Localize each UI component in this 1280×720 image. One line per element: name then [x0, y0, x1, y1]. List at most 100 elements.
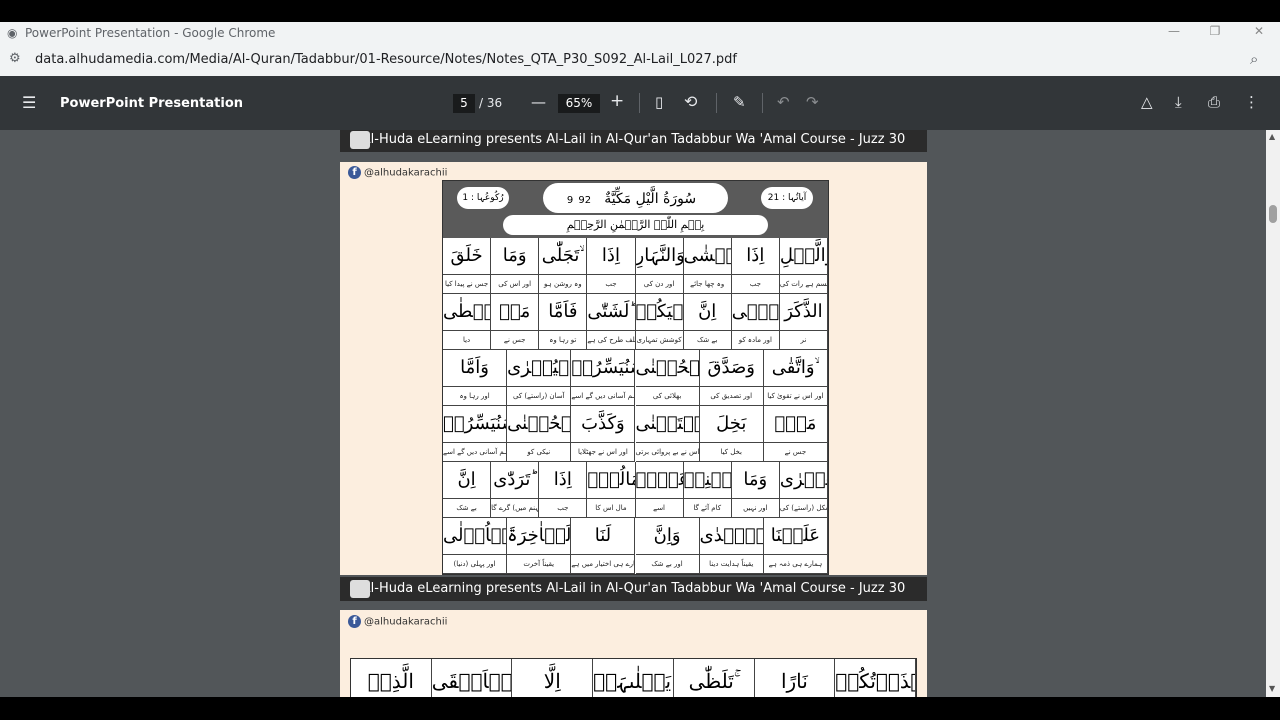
taskbar-strip	[0, 697, 1280, 720]
urdu-translation: اور رہا وہ	[459, 392, 490, 400]
arabic-word: وَالنَّہَارِ	[635, 238, 683, 275]
urdu-translation: کوشش تمہاری	[636, 336, 682, 344]
word-cell: اِذَا جب	[539, 462, 588, 518]
redo-icon[interactable]: ↷	[806, 93, 819, 111]
urdu-translation: جس نے	[784, 448, 807, 456]
arabic-word: فَسَنُیَسِّرُہٗ	[571, 350, 635, 387]
facebook-icon: f	[348, 615, 361, 628]
arabic-word: الذَّکَرَ	[779, 294, 827, 331]
word-cell: لِلۡعُسۡرٰی ؕ مشکل (راستے) کی	[779, 462, 828, 518]
urdu-translation: جس نے	[503, 336, 526, 344]
print-icon[interactable]: ⎙	[1208, 93, 1220, 111]
word-cell: وَالۡاُنۡثٰۤی ۙ اور مادہ کو	[731, 294, 780, 350]
urdu-translation: اور بے شک	[651, 560, 683, 568]
fit-page-icon[interactable]: ▯	[655, 93, 663, 111]
ayah-rows: وَالَّیۡلِقسم ہے رات کیاِذَاجبیَغۡشٰی ۙو…	[443, 238, 828, 574]
urdu-translation: اور دن کی	[643, 280, 675, 288]
arabic-word: عَلَیۡنَا	[763, 518, 827, 555]
arabic-word: بَخِلَ	[699, 406, 763, 443]
word-cell: وَاِنَّ اور بے شک	[635, 518, 700, 574]
arabic-word: وَالَّیۡلِ	[779, 238, 827, 275]
zoom-out-icon[interactable]: —	[531, 93, 546, 111]
urdu-translation: یقیناً ہدایت دینا	[709, 560, 754, 568]
restore-icon[interactable]: ❐	[1207, 24, 1223, 40]
divider	[716, 93, 717, 113]
pdf-viewer[interactable]: Al-Huda eLearning presents Al-Lail in Al…	[0, 130, 1266, 697]
surah-name: سُورَةُ الَّيْلِ مَكِّيَّةٌ	[604, 191, 697, 207]
site-info-icon[interactable]: ⚙	[9, 51, 21, 66]
word-cell: وَالنَّہَارِ اور دن کی	[635, 238, 684, 294]
drive-save-icon[interactable]: △	[1141, 93, 1153, 111]
arabic-word: لِلۡعُسۡرٰی ؕ	[779, 462, 827, 499]
page-banner: Al-Huda eLearning presents Al-Lail in Al…	[340, 577, 927, 601]
window-title: PowerPoint Presentation - Google Chrome	[25, 26, 276, 40]
facebook-icon: f	[348, 166, 361, 179]
word-cell: یُغۡنِیۡ کام آئے گا	[683, 462, 732, 518]
ayah-row: وَاتَّقٰی ۙ اور اس نے تقویٰ کیا وَصَدَّقَ ا…	[443, 350, 828, 406]
zoom-magnifier-icon[interactable]: ⌕	[1250, 50, 1258, 68]
arabic-word: وَاِنَّ	[635, 518, 699, 555]
page-number-input[interactable]: 5	[453, 94, 475, 113]
word-cell: مَالُہٗۤ مال اس کا	[587, 462, 636, 518]
urdu-translation: جب	[557, 504, 569, 512]
minimize-icon[interactable]: —	[1166, 24, 1182, 40]
word-cell: لِلۡیُسۡرٰی ؕ آسان (راستے) کی	[507, 350, 572, 406]
urdu-translation: بے شک	[456, 504, 477, 512]
scroll-thumb[interactable]	[1269, 205, 1277, 223]
menu-icon[interactable]: ☰	[22, 93, 36, 112]
urdu-translation: جب	[749, 280, 761, 288]
word-cell: اِنَّ بے شک	[443, 462, 492, 518]
arabic-word: بِالۡحُسۡنٰی ۙ	[507, 406, 571, 443]
urdu-translation: اور اس نے جھٹلایا	[577, 448, 628, 456]
urdu-translation: بھلائی کی	[652, 392, 682, 400]
urdu-translation: جس نے پیدا کیا	[444, 280, 489, 288]
word-cell: بَخِلَ بخل کیا	[699, 406, 764, 462]
surah-header: رُکُوعُہا : 1 9 سُورَةُ الَّيْلِ مَكِّيَ…	[443, 181, 828, 238]
word-cell: فَسَنُیَسِّرُہٗ پس عنقریب ہم آسانی دیں گے…	[571, 350, 636, 406]
zoom-in-icon[interactable]: +	[610, 91, 624, 111]
annotate-icon[interactable]: ✎	[733, 93, 746, 111]
social-handle: f @alhudakarachii	[348, 615, 447, 628]
word-cell: لَشَتّٰی ؕ البتہ مختلف طرح کی ہے	[587, 294, 636, 350]
zoom-input[interactable]: 65%	[558, 94, 600, 113]
urdu-translation: وہ چھا جائے	[690, 280, 725, 288]
arabic-word: فَسَنُیَسِّرُہٗ	[443, 406, 507, 443]
scroll-down-icon[interactable]: ▼	[1269, 684, 1275, 693]
social-handle: f @alhudakarachii	[348, 166, 447, 179]
arabic-word: وَمَا	[731, 462, 779, 499]
arabic-word: وَاَمَّا	[443, 350, 507, 387]
word-cell: لَلۡہُدٰی ۫ۖ یقیناً ہدایت دینا	[699, 518, 764, 574]
urdu-translation: اور اس نے بے پروائی برتی	[635, 448, 699, 456]
pdf-title: PowerPoint Presentation	[60, 96, 244, 111]
divider	[639, 93, 640, 113]
urdu-translation: ہمارے ہی ذمہ ہے	[768, 560, 823, 568]
word-cell: وَکَذَّبَ اور اس نے جھٹلایا	[571, 406, 636, 462]
more-options-icon[interactable]: ⋮	[1244, 93, 1259, 111]
surah-order: 9	[566, 195, 574, 206]
arabic-word: لَلۡاٰخِرَۃَ	[507, 518, 571, 555]
url-text[interactable]: data.alhudamedia.com/Media/Al-Quran/Tada…	[35, 52, 737, 67]
close-icon[interactable]: ✕	[1251, 24, 1267, 40]
arabic-word: خَلَقَ	[443, 238, 491, 275]
word-cell: بِالۡحُسۡنٰی ۙ نیکی کو	[507, 406, 572, 462]
word-cell: اِلَّا	[512, 659, 594, 697]
word-cell: وَالۡاُوۡلٰی اور پہلی (دنیا)	[443, 518, 508, 574]
arabic-word: اِنَّ	[443, 462, 491, 499]
download-icon[interactable]: ⤓	[1175, 93, 1182, 111]
scrollbar[interactable]: ▲ ▼	[1266, 130, 1280, 697]
undo-icon[interactable]: ↶	[777, 93, 790, 111]
urdu-translation: کام آئے گا	[693, 504, 722, 512]
word-cell: وَمَا اور نہیں	[731, 462, 780, 518]
scroll-up-icon[interactable]: ▲	[1269, 132, 1275, 141]
urdu-translation: اور پہلی (دنیا)	[453, 560, 496, 568]
logo-icon	[350, 580, 370, 598]
arabic-word: تَجَلّٰی ۙ	[539, 238, 587, 275]
arabic-word: وَالۡاُوۡلٰی	[443, 518, 507, 555]
urdu-translation: اور مادہ کو	[738, 336, 772, 344]
urdu-translation: مال اس کا	[595, 504, 627, 512]
rotate-icon[interactable]: ⟲	[684, 92, 697, 111]
arabic-word: وَکَذَّبَ	[571, 406, 635, 443]
address-bar: ⚙ data.alhudamedia.com/Media/Al-Quran/Ta…	[0, 44, 1280, 76]
page-banner: Al-Huda eLearning presents Al-Lail in Al…	[340, 130, 927, 152]
word-cell: تَلَظّٰی ۚ	[674, 659, 755, 697]
